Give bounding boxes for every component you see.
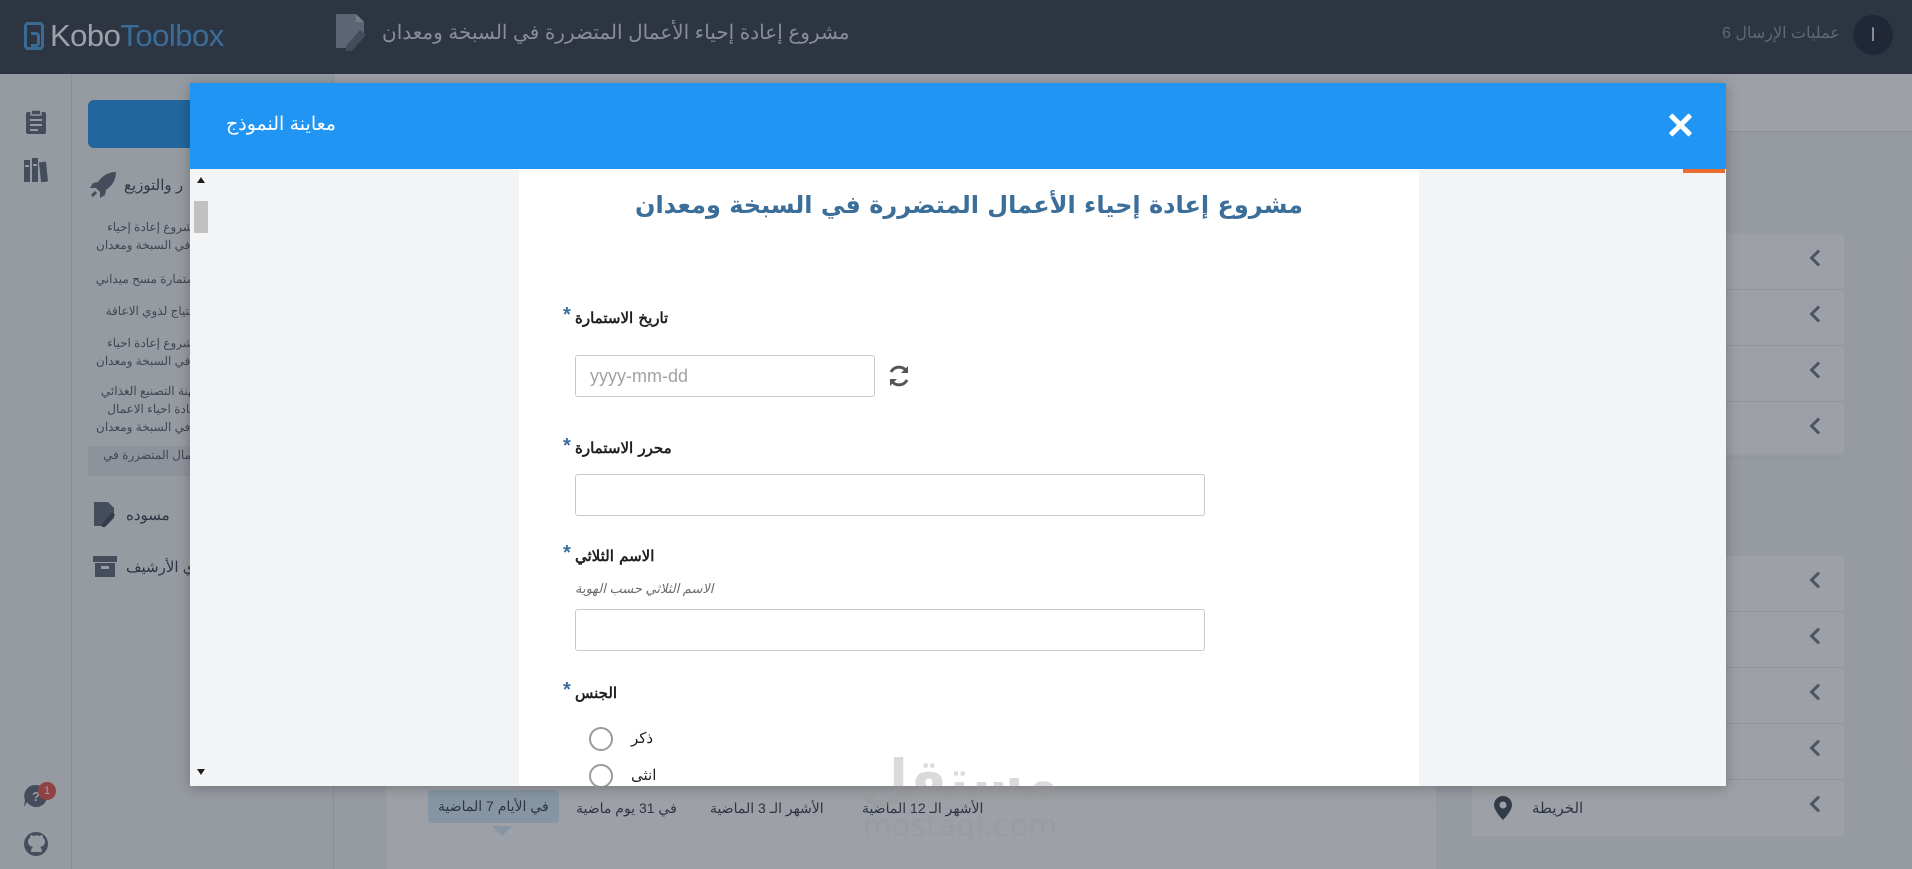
scrollbar[interactable]	[190, 169, 212, 786]
question-label-full-name: الاسم الثلاثي	[575, 547, 655, 565]
required-marker: *	[563, 304, 571, 326]
watermark-latin: mostaql.com	[862, 809, 1058, 844]
refresh-icon[interactable]	[886, 363, 912, 389]
modal-header: معاينة النموذج	[190, 83, 1726, 169]
radio-button[interactable]	[589, 764, 613, 786]
required-marker: *	[563, 679, 571, 701]
form-title: مشروع إعادة إحياء الأعمال المتضررة في ال…	[634, 191, 1304, 219]
required-marker: *	[563, 542, 571, 564]
radio-button[interactable]	[589, 727, 613, 751]
watermark-arabic: مستقل	[861, 748, 1059, 811]
modal-body: مشروع إعادة إحياء الأعمال المتضررة في ال…	[190, 169, 1726, 786]
modal-title: معاينة النموذج	[226, 114, 336, 135]
scrollbar-thumb[interactable]	[194, 201, 208, 233]
scroll-down-arrow-icon[interactable]	[197, 769, 205, 775]
form-preview-modal: معاينة النموذج مشروع إعادة إحياء الأعمال…	[190, 83, 1726, 786]
required-marker: *	[563, 435, 571, 457]
date-input[interactable]	[575, 355, 875, 397]
question-label-gender: الجنس	[575, 684, 618, 702]
mostaql-watermark: مستقل mostaql.com	[840, 750, 1080, 844]
radio-label: ذكر	[631, 729, 654, 747]
full-name-input[interactable]	[575, 609, 1205, 651]
form-editor-input[interactable]	[575, 474, 1205, 516]
loading-accent-line	[1683, 169, 1725, 173]
close-icon[interactable]	[1660, 105, 1700, 145]
radio-label: انثى	[631, 766, 657, 784]
question-label-form-date: تاريخ الاستمارة	[575, 309, 669, 327]
question-hint-full-name: الاسم الثلاثي حسب الهوية	[575, 581, 714, 596]
question-label-form-editor: محرر الاستمارة	[575, 439, 672, 457]
scroll-up-arrow-icon[interactable]	[197, 177, 205, 183]
form-page: مشروع إعادة إحياء الأعمال المتضررة في ال…	[519, 169, 1419, 786]
